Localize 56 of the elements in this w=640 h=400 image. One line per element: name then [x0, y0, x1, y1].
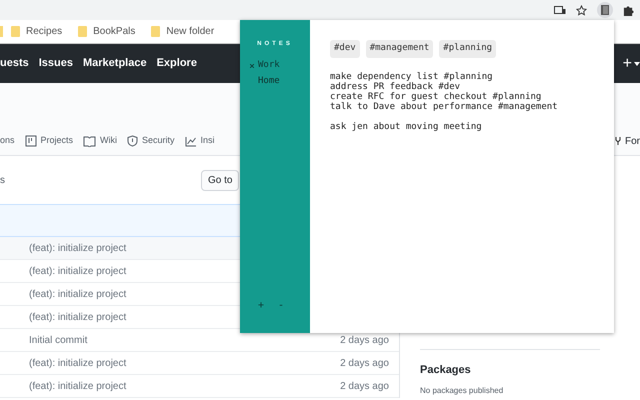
fork-button[interactable]: For	[614, 134, 640, 148]
note-line: create RFC for guest checkout #planning	[330, 92, 542, 102]
commit-message[interactable]: (feat): initialize project	[29, 286, 126, 302]
commit-message[interactable]: (feat): initialize project	[29, 378, 126, 394]
nav-link[interactable]: Issues	[38, 55, 73, 72]
note-line: make dependency list #planning	[330, 72, 494, 82]
note-line: talk to Dave about performance #management	[330, 102, 559, 112]
nav-link[interactable]: Marketplace	[83, 55, 147, 72]
go-to-file-button[interactable]: Go to	[201, 170, 240, 190]
tag-chip[interactable]: #planning	[439, 40, 496, 58]
commit-time: 2 days ago	[340, 356, 389, 370]
commit-message[interactable]: (feat): initialize project	[29, 264, 126, 278]
note-line: address PR feedback #dev	[330, 82, 462, 92]
repo-tab[interactable]: Wiki	[83, 134, 118, 148]
project-board-icon	[24, 135, 37, 147]
notebook-icon	[601, 5, 609, 15]
shield-icon	[127, 135, 138, 147]
branch-text: s	[0, 174, 5, 188]
fork-icon	[614, 136, 622, 146]
folder-icon	[11, 26, 20, 37]
new-menu-button[interactable]: +	[622, 52, 634, 76]
folder-icon	[0, 26, 3, 37]
cast-icon[interactable]	[554, 6, 566, 14]
commit-message[interactable]: (feat): initialize project	[29, 310, 126, 324]
selected-marker-icon	[250, 64, 254, 68]
commit-message[interactable]: (feat): initialize project	[29, 240, 126, 256]
notebook-item[interactable]: Work	[240, 59, 310, 72]
bookmark-link[interactable]: BookPals	[93, 24, 136, 39]
repo-tab[interactable]: Insi	[184, 134, 215, 148]
commit-time: 2 days ago	[340, 334, 389, 348]
packages-text: No packages published	[420, 384, 504, 396]
folder-icon	[78, 26, 88, 37]
repo-tab[interactable]: Security	[127, 134, 175, 148]
tag-chip[interactable]: #management	[366, 40, 434, 58]
puzzle-piece-icon[interactable]	[623, 4, 634, 16]
notes-extension-button[interactable]	[597, 2, 613, 18]
bookmark-link[interactable]: Recipes	[26, 24, 62, 39]
repo-tab[interactable]: ons	[0, 134, 15, 148]
add-notebook-button[interactable]: +	[258, 298, 264, 313]
commit-time: 2 days ago	[340, 380, 389, 394]
line-graph-icon	[184, 136, 197, 146]
tag-chip[interactable]: #dev	[330, 40, 360, 58]
bookmark-link[interactable]: New folder	[166, 24, 214, 39]
book-icon	[83, 136, 96, 146]
note-line: ask jen about moving meeting	[330, 122, 483, 132]
nav-link[interactable]: Explore	[156, 55, 197, 72]
packages-heading: Packages	[420, 363, 472, 378]
nav-link[interactable]: uests	[0, 55, 29, 72]
caret-icon[interactable]	[634, 62, 640, 66]
star-icon[interactable]	[576, 4, 587, 16]
notebook-item[interactable]: Home	[240, 74, 310, 88]
commit-message[interactable]: (feat): initialize project	[29, 356, 126, 370]
folder-icon	[151, 26, 160, 37]
commit-message[interactable]: Initial commit	[29, 332, 88, 348]
remove-notebook-button[interactable]: -	[278, 298, 284, 313]
repo-tab[interactable]: Projects	[24, 134, 74, 148]
